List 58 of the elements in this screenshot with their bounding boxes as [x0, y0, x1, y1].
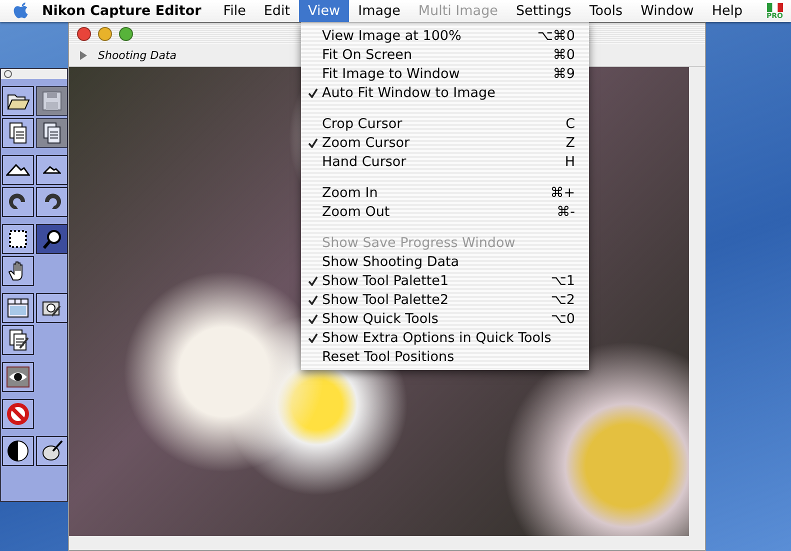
minimize-button[interactable] — [98, 26, 112, 40]
tool-button[interactable] — [36, 436, 68, 466]
menu-title[interactable]: Help — [702, 0, 752, 22]
apple-icon[interactable] — [12, 1, 30, 21]
tool-button[interactable] — [2, 325, 34, 355]
eye-icon — [6, 365, 30, 389]
menu-item[interactable]: Zoom Out ⌘- — [301, 202, 589, 221]
menu-item[interactable]: Hand Cursor H — [301, 152, 589, 171]
tool-button[interactable] — [2, 155, 34, 185]
menu-title[interactable]: File — [214, 0, 255, 22]
disclosure-triangle-icon[interactable] — [79, 50, 88, 60]
tool-button[interactable] — [2, 224, 34, 254]
menu-item[interactable]: Show Shooting Data — [301, 252, 589, 271]
shooting-data-label: Shooting Data — [98, 48, 176, 62]
menu-item[interactable]: Reset Tool Positions — [301, 347, 589, 366]
menu-item[interactable]: Show Tool Palette2 ⌥2 — [301, 290, 589, 309]
app-name: Nikon Capture Editor — [42, 3, 202, 19]
magnifier-icon — [40, 227, 64, 251]
zoom-button[interactable] — [119, 26, 133, 40]
tool-button[interactable] — [36, 155, 68, 185]
dotted-square-icon — [6, 227, 30, 251]
tool-button[interactable] — [2, 436, 34, 466]
tool-button[interactable] — [36, 187, 68, 217]
no-entry-icon — [6, 402, 30, 426]
tool-button[interactable] — [2, 293, 34, 323]
menu-item[interactable]: Zoom In ⌘+ — [301, 183, 589, 202]
menu-item[interactable]: Fit Image to Window ⌘9 — [301, 64, 589, 83]
menu-item[interactable]: Fit On Screen ⌘0 — [301, 45, 589, 64]
tool-button[interactable] — [36, 224, 68, 254]
close-button[interactable] — [77, 26, 91, 40]
tool-button[interactable] — [2, 187, 34, 217]
tool-button[interactable] — [36, 293, 68, 323]
menu-title[interactable]: Tools — [580, 0, 632, 22]
menu-item[interactable]: Show Tool Palette1 ⌥1 — [301, 271, 589, 290]
tool-button[interactable] — [2, 86, 34, 116]
tool-button[interactable] — [2, 118, 34, 148]
palette-close-button[interactable] — [4, 70, 12, 78]
menu-title[interactable]: Image — [349, 0, 410, 22]
menu-item[interactable]: Show Extra Options in Quick Tools — [301, 328, 589, 347]
small-mountain-icon — [43, 166, 61, 174]
menu-item[interactable]: Auto Fit Window to Image — [301, 83, 589, 102]
tool-button[interactable] — [2, 256, 34, 286]
menu-item[interactable]: Show Quick Tools ⌥0 — [301, 309, 589, 328]
menu-title[interactable]: Window — [632, 0, 703, 22]
menu-title[interactable]: Edit — [254, 0, 300, 22]
menu-title[interactable]: Settings — [506, 0, 580, 22]
tool-button[interactable] — [2, 362, 34, 392]
menu-title[interactable]: View — [299, 0, 350, 22]
window-layout-icon — [6, 296, 30, 320]
checkmark-icon — [308, 138, 318, 148]
mouse-icon — [40, 439, 64, 463]
menu-item[interactable]: View Image at 100% ⌥⌘0 — [301, 26, 589, 45]
tool-button[interactable] — [2, 399, 34, 429]
checkmark-icon — [308, 88, 318, 98]
half-circle-icon — [6, 439, 30, 463]
mountain-icon — [6, 164, 30, 176]
menu-item[interactable]: Zoom Cursor Z — [301, 133, 589, 152]
menu-item[interactable]: Crop Cursor C — [301, 114, 589, 133]
